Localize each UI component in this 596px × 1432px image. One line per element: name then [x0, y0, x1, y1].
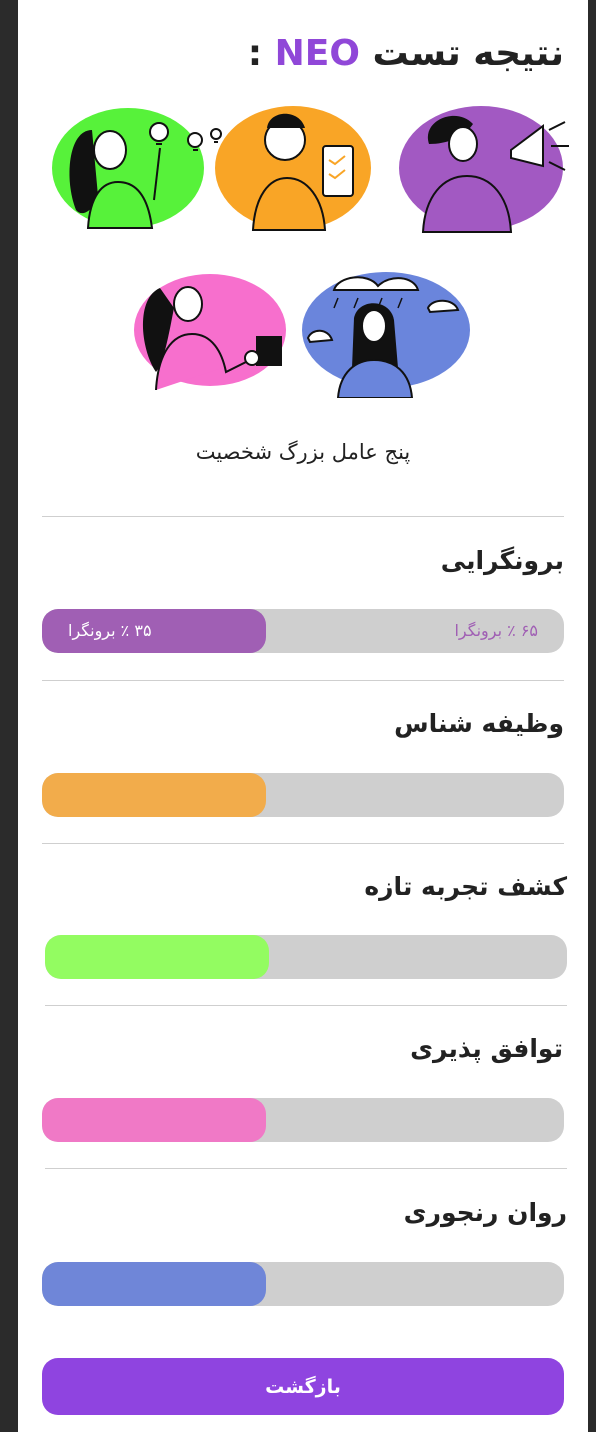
result-page: نتیجه تست NEO : پنج عامل بزرگ شخصیت برون… — [18, 0, 588, 1432]
divider — [42, 680, 564, 681]
divider — [42, 516, 564, 517]
bar-label-right: ۶۵ ٪ برونگرا — [454, 621, 538, 640]
trait-bar-openness — [45, 935, 567, 979]
divider — [42, 843, 564, 844]
trait-title-conscientiousness: وظیفه شناس — [394, 709, 564, 738]
conscientiousness-illustration-orange — [215, 106, 371, 231]
trait-bar-neuroticism — [42, 1262, 564, 1306]
back-button[interactable]: بازگشت — [42, 1358, 564, 1415]
agreeableness-illustration-pink — [134, 274, 286, 391]
trait-bar-extraversion: ۳۵ ٪ برونگرا ۶۵ ٪ برونگرا — [42, 609, 564, 653]
trait-fill-neuroticism — [42, 1262, 267, 1306]
title-suffix: : — [247, 33, 263, 74]
subtitle: پنج عامل بزرگ شخصیت — [195, 440, 411, 464]
trait-bar-conscientiousness — [42, 773, 564, 817]
trait-title-agreeableness: توافق پذیری — [410, 1034, 563, 1063]
trait-fill-openness — [45, 935, 270, 979]
trait-fill-agreeableness — [42, 1098, 267, 1142]
neuroticism-illustration-blue — [302, 272, 470, 398]
extraversion-illustration-green — [52, 108, 222, 229]
extraversion-illustration-purple — [399, 106, 569, 233]
trait-title-extraversion: برونگرایی — [440, 546, 564, 575]
divider — [45, 1168, 567, 1169]
trait-title-openness: کشف تجربه تازه — [364, 872, 567, 901]
page-title: نتیجه تست NEO : — [18, 26, 564, 82]
trait-fill-conscientiousness — [42, 773, 267, 817]
bar-label-left: ۳۵ ٪ برونگرا — [68, 621, 152, 640]
title-prefix: نتیجه تست — [372, 33, 564, 74]
divider — [45, 1005, 567, 1006]
trait-bar-agreeableness — [42, 1098, 564, 1142]
title-highlight: NEO — [274, 33, 360, 74]
trait-title-neuroticism: روان رنجوری — [403, 1198, 567, 1227]
